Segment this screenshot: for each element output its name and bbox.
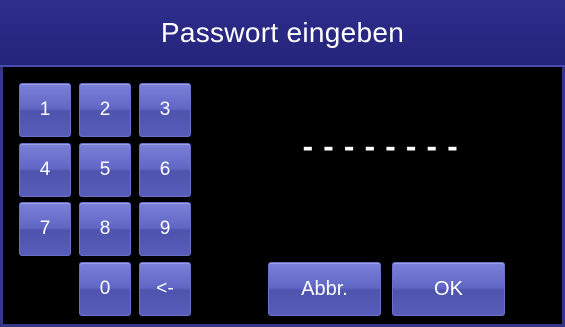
key-1[interactable]: 1 — [19, 83, 71, 137]
ok-button[interactable]: OK — [392, 262, 505, 316]
key-6[interactable]: 6 — [139, 143, 191, 197]
cancel-button[interactable]: Abbr. — [268, 262, 381, 316]
key-0[interactable]: 0 — [79, 262, 131, 316]
key-5[interactable]: 5 — [79, 143, 131, 197]
key-9[interactable]: 9 — [139, 202, 191, 256]
key-2[interactable]: 2 — [79, 83, 131, 137]
key-7[interactable]: 7 — [19, 202, 71, 256]
title-bar: Passwort eingeben — [0, 0, 565, 67]
backspace-button[interactable]: <- — [139, 262, 191, 316]
dialog-title: Passwort eingeben — [160, 16, 405, 48]
password-display: -------- — [300, 133, 466, 163]
key-3[interactable]: 3 — [139, 83, 191, 137]
key-4[interactable]: 4 — [19, 143, 71, 197]
key-8[interactable]: 8 — [79, 202, 131, 256]
